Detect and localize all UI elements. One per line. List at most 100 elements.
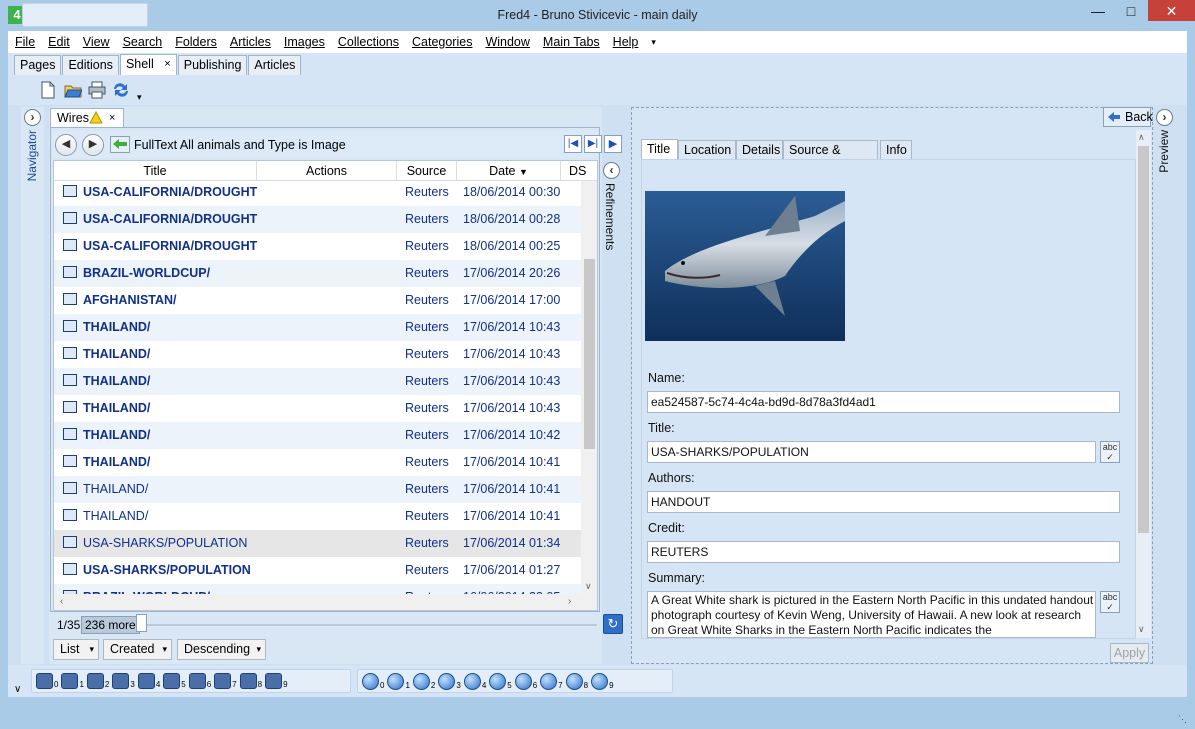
menu-folders[interactable]: Folders [168,35,223,49]
detail-tab-title[interactable]: Title [641,139,678,159]
tab-articles[interactable]: Articles [248,55,302,75]
tab-close-icon[interactable]: × [164,55,170,74]
group-shortcut[interactable]: 5 [163,673,186,689]
name-field[interactable]: ea524587-5c74-4c4a-bd9d-8d78a3fd4ad1 [647,391,1120,413]
table-vertical-scrollbar[interactable]: ∨ [581,181,597,594]
group-shortcut[interactable]: 4 [137,673,160,689]
scroll-thumb[interactable] [584,259,595,449]
next-page-icon[interactable]: ▶ [604,135,622,153]
preview-label[interactable]: Preview [1157,130,1171,173]
table-row[interactable]: THAILAND/Reuters 17/06/2014 10:43 [54,368,581,395]
table-row[interactable]: THAILAND/Reuters 17/06/2014 10:42 [54,422,581,449]
globe-shortcut[interactable]: 0 [362,672,384,690]
apply-button[interactable]: Apply [1110,643,1149,663]
table-row[interactable]: BRAZIL-WORLDCUP/Reuters 17/06/2014 20:26 [54,260,581,287]
table-row[interactable]: THAILAND/Reuters 17/06/2014 10:43 [54,341,581,368]
table-row[interactable]: USA-CALIFORNIA/DROUGHT Reuters 18/06/2014 … [54,179,581,206]
globe-shortcut[interactable]: 8 [565,672,588,690]
group-shortcut[interactable]: 3 [112,673,135,689]
authors-field[interactable]: HANDOUT [647,491,1120,513]
globe-shortcut[interactable]: 7 [540,672,563,690]
resize-grip-icon[interactable]: ⋱ [1178,714,1187,725]
new-document-icon[interactable] [40,81,58,99]
menu-collections[interactable]: Collections [331,35,405,49]
column-actions[interactable]: Actions [257,161,397,181]
last-page-icon[interactable]: ▶| [584,135,602,153]
table-row[interactable]: USA-CALIFORNIA/DROUGHT Reuters 18/06/2014 … [54,206,581,233]
print-icon[interactable] [88,81,106,99]
table-row[interactable]: AFGHANISTAN/Reuters 17/06/2014 17:00 [54,287,581,314]
menu-main-tabs[interactable]: Main Tabs [536,35,606,49]
group-shortcut[interactable]: 7 [214,673,237,689]
table-row[interactable]: USA-SHARKS/POPULATION Reuters 17/06/2014 0… [54,530,581,557]
navigator-label[interactable]: Navigator [25,130,39,181]
credit-field[interactable]: REUTERS [647,541,1120,563]
menu-overflow-icon[interactable]: ▾ [644,37,662,48]
globe-shortcut[interactable]: 4 [463,672,486,690]
close-button[interactable]: ✕ [1148,0,1195,21]
column-date[interactable]: Date ▼ [457,161,561,181]
menu-search[interactable]: Search [116,35,169,49]
table-row[interactable]: USA-CALIFORNIA/DROUGHT Reuters 18/06/2014 … [54,233,581,260]
search-arrow-icon[interactable] [110,136,130,153]
paging-slider-thumb[interactable] [136,614,147,632]
globe-shortcut[interactable]: 6 [514,672,537,690]
scroll-down-icon[interactable]: ∨ [585,581,592,592]
forward-nav-icon[interactable]: ▶ [82,134,104,156]
wires-close-icon[interactable]: × [109,109,115,127]
table-row[interactable]: THAILAND/Reuters 17/06/2014 10:43 [54,395,581,422]
sort-field-select[interactable]: Created ▾ [103,639,172,660]
minimize-button[interactable]: — [1083,0,1113,22]
refresh-icon[interactable] [111,81,129,97]
group-shortcut[interactable]: 2 [86,673,109,689]
navigator-expand-icon[interactable]: › [24,109,41,126]
menu-categories[interactable]: Categories [405,35,478,49]
table-horizontal-scrollbar[interactable]: ‹ › [54,594,597,610]
tab-wires[interactable]: Wires × [50,108,124,127]
group-shortcut[interactable]: 9 [265,673,288,689]
globe-shortcut[interactable]: 1 [387,672,410,690]
tab-editions[interactable]: Editions [62,55,119,75]
scroll-up-icon[interactable]: ∧ [1138,132,1145,143]
preview-expand-icon[interactable]: › [1156,109,1173,126]
menu-articles[interactable]: Articles [223,35,277,49]
menu-edit[interactable]: Edit [41,35,76,49]
toolbar-overflow-icon[interactable]: ▾ [137,92,142,103]
table-row[interactable]: THAILAND/Reuters 17/06/2014 10:43 [54,314,581,341]
scroll-left-icon[interactable]: ‹ [60,596,63,607]
menu-images[interactable]: Images [277,35,331,49]
sort-order-select[interactable]: Descending ▾ [177,639,266,660]
open-folder-icon[interactable] [64,81,83,98]
back-button[interactable]: Back [1103,107,1153,127]
first-page-icon[interactable]: |◀ [564,135,582,153]
scroll-right-icon[interactable]: › [568,596,571,607]
detail-tab-info[interactable]: Info [880,140,912,159]
column-title[interactable]: Title [54,161,257,181]
menu-file[interactable]: File [8,35,41,49]
menu-view[interactable]: View [76,35,116,49]
tab-publishing[interactable]: Publishing [177,55,248,75]
group-shortcut[interactable]: 0 [36,673,58,689]
title-field[interactable]: USA-SHARKS/POPULATION [647,441,1096,463]
detail-tab-details[interactable]: Details [736,140,783,159]
reload-results-icon[interactable]: ↻ [603,614,623,634]
group-shortcut[interactable]: 8 [239,673,262,689]
refinements-collapse-icon[interactable]: ‹ [603,162,620,179]
table-row[interactable]: THAILAND/Reuters 17/06/2014 10:41 [54,449,581,476]
spellcheck-title-icon[interactable]: abc ✓ [1100,441,1120,463]
group-shortcut[interactable]: 1 [61,673,84,689]
globe-shortcut[interactable]: 3 [438,672,461,690]
detail-tab-source-rights[interactable]: Source & Rights [783,140,878,175]
view-mode-select[interactable]: List ▾ [53,639,99,660]
column-source[interactable]: Source [397,161,457,181]
detail-scroll-thumb[interactable] [1138,146,1149,533]
group-shortcut[interactable]: 6 [188,673,211,689]
maximize-button[interactable]: □ [1116,0,1146,22]
spellcheck-summary-icon[interactable]: abc ✓ [1100,591,1120,613]
more-results-button[interactable]: 236 more [81,616,140,634]
table-row[interactable]: THAILAND/Reuters 17/06/2014 10:41 [54,503,581,530]
scroll-down-icon[interactable]: ∨ [1138,624,1145,635]
tab-pages[interactable]: Pages [14,55,62,75]
detail-scrollbar[interactable]: ∧ ∨ [1136,130,1151,638]
menu-help[interactable]: Help [606,35,645,49]
